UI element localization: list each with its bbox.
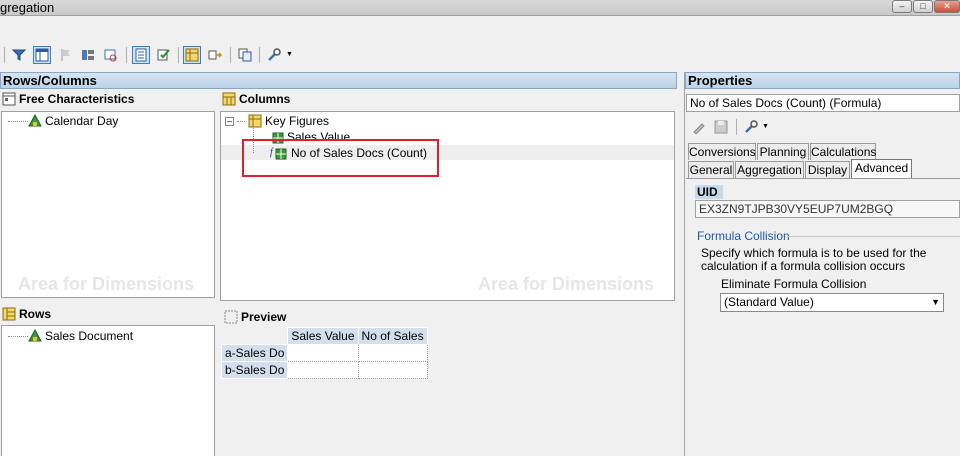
columns-label: Columns [239, 92, 291, 106]
flag-icon[interactable] [57, 46, 75, 64]
tree-item-label: Calendar Day [45, 114, 119, 128]
preview-cell [357, 344, 428, 362]
tree-item-label: Sales Document [45, 329, 134, 343]
free-characteristic-calendar-day[interactable]: Calendar Day [28, 114, 118, 128]
collapse-icon[interactable]: – [225, 116, 234, 126]
preview-title: Preview [224, 310, 286, 324]
toolbar-separator [259, 47, 260, 63]
tree-connector [237, 120, 245, 122]
preview-column-header: Sales Value [287, 327, 359, 345]
uid-label: UID [695, 185, 723, 199]
preview-corner [222, 328, 288, 345]
columns-title: Columns [222, 92, 290, 106]
rows-icon [2, 307, 16, 321]
minimize-button[interactable]: – [892, 0, 912, 13]
print-preview-icon[interactable] [101, 46, 119, 64]
tab-display[interactable]: Display [805, 161, 850, 178]
preview-row-header: b-Sales Do [220, 361, 289, 379]
properties-grid-icon[interactable] [79, 46, 97, 64]
save-icon[interactable] [712, 118, 730, 136]
window-title-bar: gregation – □ ✕ [0, 0, 960, 16]
filter-icon[interactable] [10, 46, 28, 64]
toolbar-separator [178, 47, 179, 63]
eliminate-formula-collision-select[interactable]: (Standard Value) ▼ [720, 293, 944, 312]
copy-query-icon[interactable] [236, 46, 254, 64]
rows-area[interactable] [1, 325, 215, 456]
highlight-annotation-box [242, 139, 439, 177]
tree-connector [8, 336, 28, 337]
free-characteristics-label: Free Characteristics [19, 92, 135, 106]
restore-button[interactable]: □ [913, 0, 933, 13]
rows-columns-icon[interactable] [183, 46, 201, 64]
free-characteristics-area[interactable]: Area for Dimensions [1, 111, 215, 298]
rows-columns-header: Rows/Columns [0, 72, 677, 89]
properties-tools-icon[interactable] [742, 118, 760, 136]
preview-cell [287, 344, 359, 362]
toolbar-separator [230, 47, 231, 63]
tab-planning[interactable]: Planning [757, 143, 809, 160]
free-characteristics-icon [2, 92, 16, 106]
preview-label: Preview [241, 310, 287, 324]
tab-general[interactable]: General [688, 161, 734, 178]
characteristic-icon [28, 329, 42, 342]
check-help-icon[interactable] [155, 46, 173, 64]
layout-table-icon[interactable] [33, 46, 51, 64]
rows-columns-title: Rows/Columns [3, 73, 97, 88]
free-characteristics-title: Free Characteristics [2, 92, 134, 106]
formula-collision-link[interactable]: Formula Collision [697, 229, 790, 243]
table-view-icon[interactable] [132, 46, 150, 64]
swap-axes-icon[interactable] [206, 46, 224, 64]
chevron-down-icon: ▼ [931, 297, 940, 307]
preview-column-header: No of Sales [357, 327, 428, 345]
columns-watermark: Area for Dimensions [478, 274, 655, 294]
key-figures-icon [248, 114, 262, 128]
rows-label: Rows [19, 307, 52, 321]
window-controls: – □ ✕ [891, 0, 960, 14]
rows-title: Rows [2, 307, 51, 321]
panel-splitter[interactable] [684, 72, 685, 456]
selected-object-field[interactable]: No of Sales Docs (Count) (Formula) [686, 94, 960, 112]
tree-connector [8, 121, 28, 122]
tab-strip-line [686, 178, 960, 179]
key-figures-node[interactable]: – Key Figures [225, 114, 329, 128]
preview-cell [357, 361, 428, 379]
tab-conversions[interactable]: Conversions [688, 143, 756, 160]
eliminate-formula-collision-label: Eliminate Formula Collision [721, 277, 867, 291]
free-characteristics-watermark: Area for Dimensions [18, 274, 195, 294]
toolbar-separator [4, 47, 5, 63]
row-sales-document[interactable]: Sales Document [28, 329, 133, 343]
uid-field[interactable]: EX3ZN9TJPB30VY5EUP7UM2BGQ [695, 200, 960, 218]
toolbar-separator [126, 47, 127, 63]
edit-pencil-icon[interactable] [690, 118, 708, 136]
preview-row-header: a-Sales Do [220, 344, 289, 362]
tab-advanced[interactable]: Advanced [851, 159, 912, 178]
properties-header: Properties [685, 72, 960, 89]
columns-icon [222, 92, 236, 106]
tree-item-label: Key Figures [265, 114, 330, 128]
formula-collision-description-line2: calculation if a formula collision occur… [701, 259, 906, 273]
tab-aggregation[interactable]: Aggregation [735, 161, 804, 178]
preview-table: Sales Value No of Sales a-Sales Do b-Sal… [220, 327, 428, 379]
window-title: gregation [0, 0, 55, 15]
characteristic-icon [28, 114, 42, 127]
properties-title: Properties [688, 73, 753, 88]
section-rule [788, 236, 960, 237]
tools-icon[interactable] [265, 46, 283, 64]
select-value: (Standard Value) [724, 295, 814, 309]
toolbar: ▼ [0, 17, 960, 69]
preview-icon [224, 310, 238, 324]
properties-tools-dropdown-arrow-icon[interactable]: ▼ [762, 123, 769, 130]
close-button[interactable]: ✕ [934, 0, 960, 13]
preview-cell [287, 361, 359, 379]
tab-calculations[interactable]: Calculations [810, 143, 876, 160]
toolbar-separator [736, 119, 737, 135]
tools-dropdown-arrow-icon[interactable]: ▼ [286, 51, 293, 58]
